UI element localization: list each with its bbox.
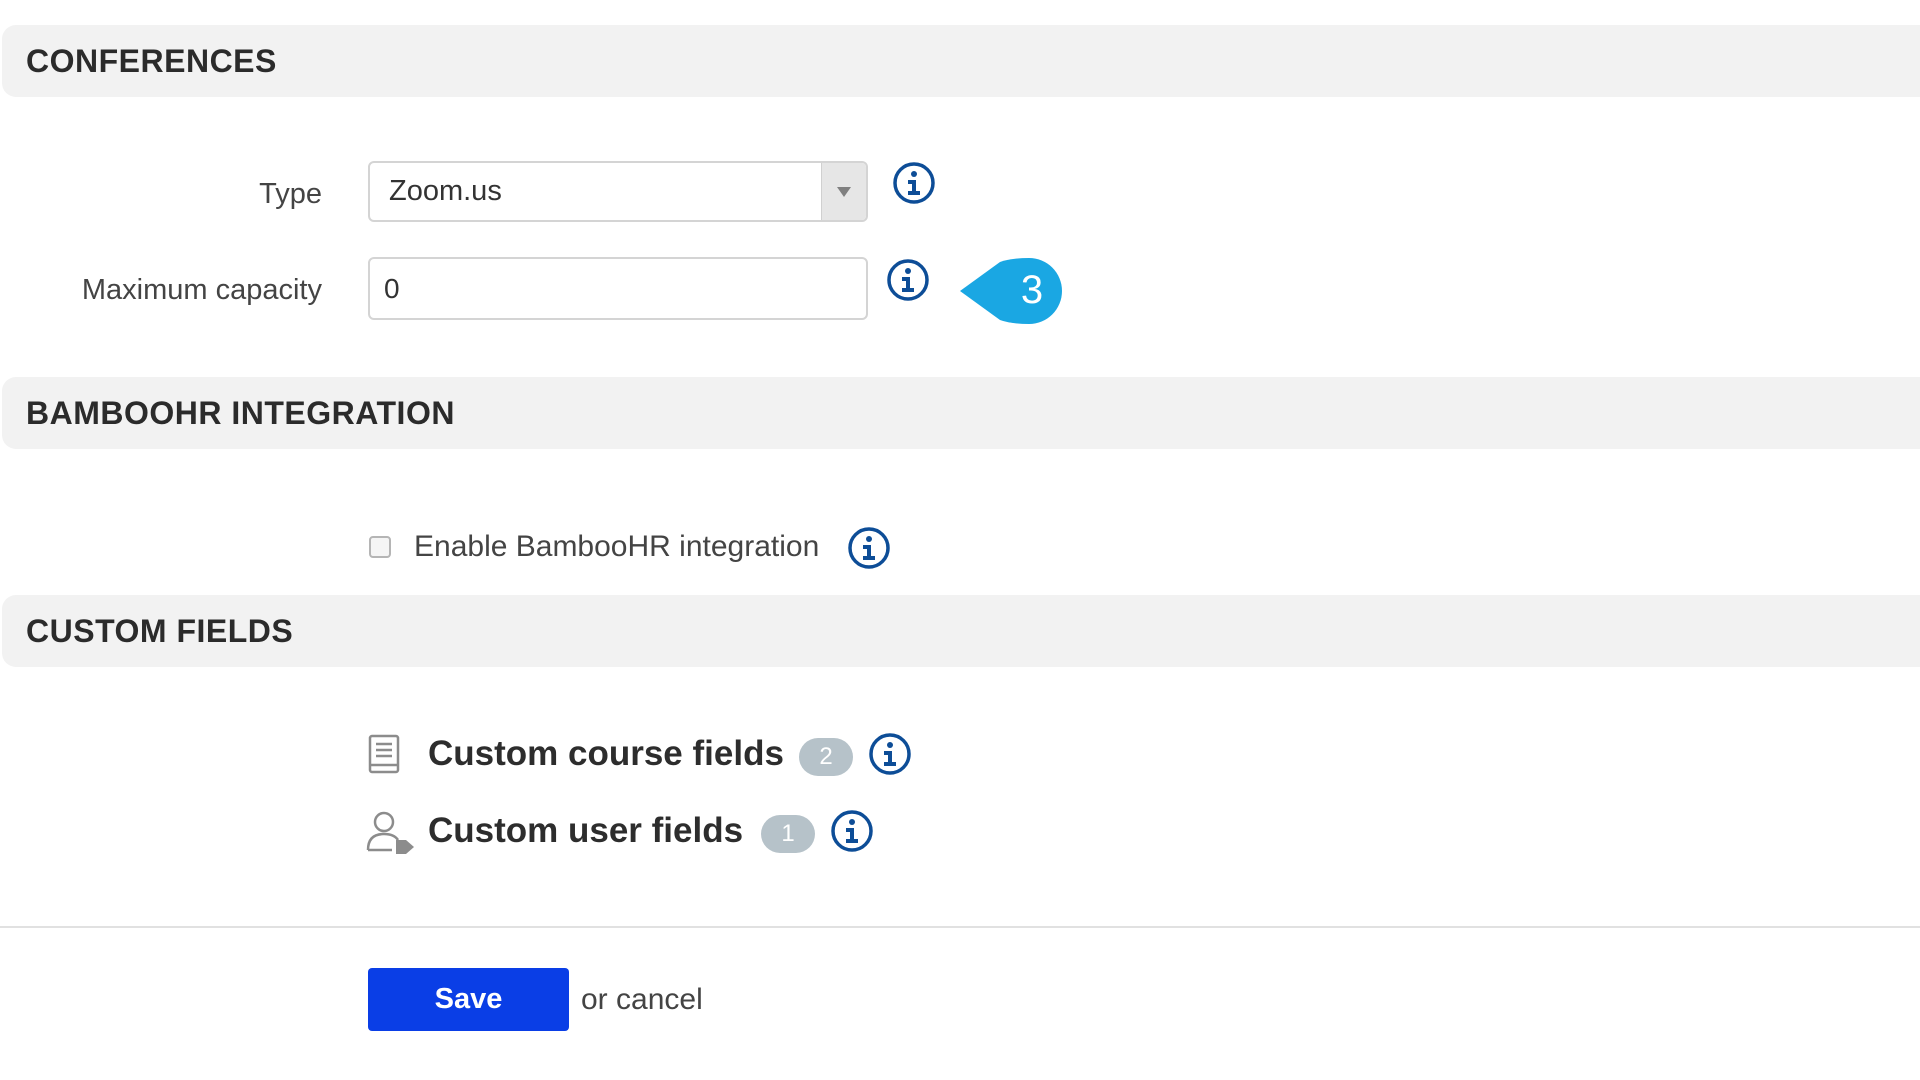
info-icon[interactable] [892, 161, 936, 205]
section-title: CUSTOM FIELDS [26, 613, 294, 649]
save-button[interactable]: Save [368, 968, 569, 1031]
maximum-capacity-label: Maximum capacity [81, 274, 322, 306]
custom-user-fields-link[interactable]: Custom user fields [428, 805, 743, 857]
custom-fields-section-header: CUSTOM FIELDS [2, 595, 1920, 667]
user-tag-icon [366, 811, 414, 854]
section-title: BAMBOOHR INTEGRATION [26, 395, 455, 431]
bamboohr-section-header: BAMBOOHR INTEGRATION [2, 377, 1920, 449]
info-icon[interactable] [886, 258, 930, 302]
info-icon[interactable] [847, 526, 891, 570]
or-cancel-text: or cancel [581, 979, 703, 1021]
type-select[interactable]: Zoom.us [368, 161, 868, 222]
chevron-down-icon[interactable] [821, 163, 866, 220]
footer-divider [0, 926, 1920, 928]
cancel-link[interactable]: cancel [616, 983, 703, 1016]
info-icon[interactable] [830, 809, 874, 853]
enable-bamboohr-label[interactable]: Enable BambooHR integration [414, 526, 819, 568]
enable-bamboohr-checkbox[interactable] [369, 536, 391, 558]
custom-course-fields-link[interactable]: Custom course fields [428, 728, 784, 780]
step-callout-number: 3 [1020, 268, 1044, 312]
maximum-capacity-input[interactable] [368, 257, 868, 320]
section-title: CONFERENCES [26, 43, 277, 79]
count-badge: 2 [799, 738, 853, 776]
type-select-value: Zoom.us [389, 175, 502, 207]
document-icon [368, 734, 400, 774]
conferences-section-header: CONFERENCES [2, 25, 1920, 97]
count-badge: 1 [761, 815, 815, 853]
type-label: Type [259, 178, 322, 210]
or-text: or [581, 983, 617, 1016]
info-icon[interactable] [868, 732, 912, 776]
